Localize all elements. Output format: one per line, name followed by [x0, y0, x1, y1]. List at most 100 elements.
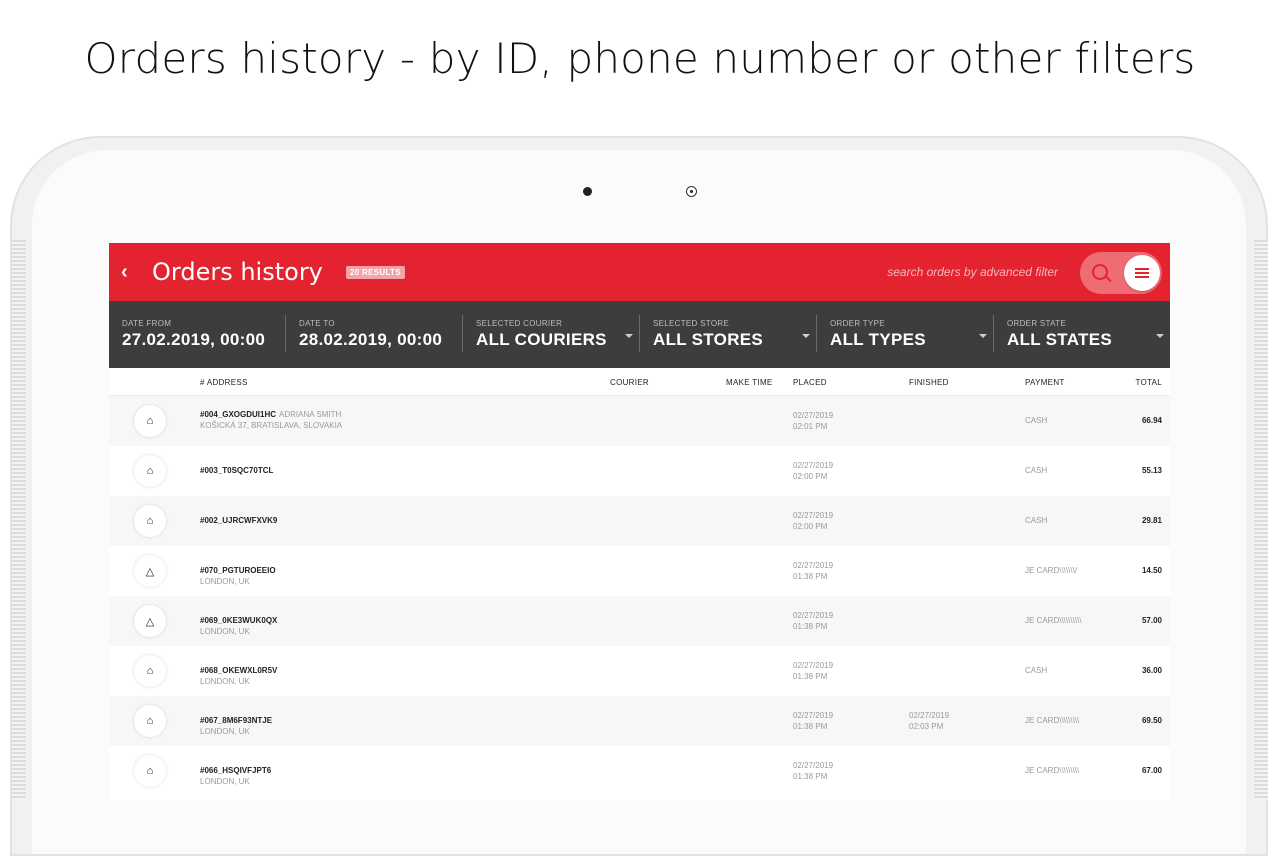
- filter-courier[interactable]: SELECTED COURIER ALL COURIERS: [463, 315, 640, 352]
- order-id: #068_OKEWXL0R5V: [200, 666, 278, 675]
- roof-icon: △: [134, 555, 166, 587]
- search-placeholder[interactable]: search orders by advanced filter: [887, 265, 1058, 279]
- filter-order-state[interactable]: ORDER STATE ALL STATES: [994, 315, 1170, 352]
- placed-time: 01:38 PM: [793, 772, 828, 781]
- col-total[interactable]: TOTAL: [1135, 378, 1162, 387]
- search-icon[interactable]: [1092, 264, 1108, 280]
- dropdown-caret-icon: [625, 334, 633, 338]
- placed-datetime: 02/27/2019 01:38 PM: [793, 660, 833, 682]
- order-address: KOŠICKÁ 37, BRATISLAVA, SLOVAKIA: [200, 421, 343, 430]
- table-row[interactable]: ⌂ #002_UJRCWFXVK9 02/27/2019 02:00 PM CAS…: [109, 496, 1170, 546]
- table-row[interactable]: ⌂ #068_OKEWXL0R5V LONDON, UK 02/27/2019 0…: [109, 646, 1170, 696]
- table-row[interactable]: ⌂ #003_T0SQC70TCL 02/27/2019 02:00 PM CAS…: [109, 446, 1170, 496]
- payment-method: CASH: [1025, 416, 1048, 425]
- app-screen: ‹ Orders history 20 RESULTS search order…: [109, 243, 1170, 800]
- filter-value: 27.02.2019, 00:00: [122, 330, 266, 349]
- order-address: LONDON, UK: [200, 777, 250, 786]
- payment-method: CASH: [1025, 666, 1048, 675]
- search-toggle[interactable]: [1080, 252, 1162, 294]
- order-address: LONDON, UK: [200, 627, 250, 636]
- results-count-badge: 20 RESULTS: [346, 266, 405, 279]
- house-icon: ⌂: [134, 505, 166, 537]
- list-view-button[interactable]: [1124, 255, 1160, 291]
- order-id: #003_T0SQC70TCL: [200, 466, 274, 475]
- filter-bar: DATE FROM 27.02.2019, 00:00 DATE TO 28.0…: [109, 301, 1170, 368]
- order-total: 67.00: [1141, 766, 1162, 775]
- table-row[interactable]: △ #069_0KE3WUK0QX LONDON, UK 02/27/2019 0…: [109, 596, 1170, 646]
- placed-datetime: 02/27/2019 01:38 PM: [793, 760, 833, 782]
- roof-icon: △: [134, 605, 166, 637]
- placed-date: 02/27/2019: [793, 611, 834, 620]
- order-id: #067_8M6F93NTJE: [200, 716, 273, 725]
- page-title: Orders history: [152, 258, 323, 286]
- finished-time: 02:03 PM: [909, 722, 944, 731]
- speaker-grill-right: [1254, 240, 1268, 800]
- col-finished[interactable]: FINISHED: [909, 378, 949, 387]
- order-id: #066_HSQIVFJPT6: [200, 766, 272, 775]
- placed-time: 01:38 PM: [793, 672, 828, 681]
- filter-date-from[interactable]: DATE FROM 27.02.2019, 00:00: [109, 315, 286, 352]
- col-address[interactable]: # ADDRESS: [200, 378, 248, 387]
- dropdown-caret-icon: [979, 334, 987, 338]
- finished-date: 02/27/2019: [909, 711, 950, 720]
- list-icon: [1135, 268, 1149, 278]
- top-app-bar: ‹ Orders history 20 RESULTS search order…: [109, 243, 1170, 301]
- house-icon: ⌂: [134, 455, 166, 487]
- customer-name: ADRIANA SMITH: [279, 410, 342, 419]
- order-total: 55.13: [1141, 466, 1162, 475]
- col-courier[interactable]: COURIER: [610, 378, 649, 387]
- col-payment[interactable]: PAYMENT: [1025, 378, 1065, 387]
- house-icon: ⌂: [134, 755, 166, 787]
- placed-date: 02/27/2019: [793, 461, 834, 470]
- table-row[interactable]: ⌂ #066_HSQIVFJPT6 LONDON, UK 02/27/2019 0…: [109, 746, 1170, 796]
- order-address: LONDON, UK: [200, 577, 250, 586]
- placed-time: 01:38 PM: [793, 722, 828, 731]
- filter-store[interactable]: SELECTED STORE ALL STORES: [640, 315, 817, 352]
- col-placed[interactable]: PLACED: [793, 378, 827, 387]
- order-total: 69.50: [1141, 716, 1162, 725]
- payment-method: JE CARD\\\\\\\\\: [1025, 716, 1080, 725]
- placed-datetime: 02/27/2019 02:00 PM: [793, 460, 833, 482]
- dropdown-caret-icon: [1156, 334, 1164, 338]
- order-total: 29.81: [1141, 516, 1162, 525]
- table-row[interactable]: ⌂ #067_8M6F93NTJE LONDON, UK 02/27/2019 0…: [109, 696, 1170, 746]
- house-icon: ⌂: [134, 405, 166, 437]
- placed-time: 01:38 PM: [793, 572, 828, 581]
- house-icon: ⌂: [134, 655, 166, 687]
- back-chevron-icon[interactable]: ‹: [121, 261, 128, 284]
- order-address: LONDON, UK: [200, 727, 250, 736]
- table-row[interactable]: △ #070_PGTUROEEIO LONDON, UK 02/27/2019 0…: [109, 546, 1170, 596]
- order-total: 36.00: [1141, 666, 1162, 675]
- payment-method: CASH: [1025, 466, 1048, 475]
- filter-value: ALL TYPES: [830, 330, 926, 349]
- placed-date: 02/27/2019: [793, 511, 834, 520]
- placed-date: 02/27/2019: [793, 711, 834, 720]
- placed-datetime: 02/27/2019 01:38 PM: [793, 610, 833, 632]
- order-id: #069_0KE3WUK0QX: [200, 616, 278, 625]
- order-id-line: #004_GXOGDUI1HC ADRIANA SMITH: [200, 410, 341, 419]
- finished-datetime: 02/27/2019 02:03 PM: [909, 710, 949, 732]
- table-row[interactable]: ⌂ #004_GXOGDUI1HC ADRIANA SMITH KOŠICKÁ 3…: [109, 396, 1170, 446]
- order-total: 14.50: [1141, 566, 1162, 575]
- order-id: #002_UJRCWFXVK9: [200, 516, 278, 525]
- filter-value: 28.02.2019, 00:00: [299, 330, 443, 349]
- placed-datetime: 02/27/2019 02:01 PM: [793, 410, 833, 432]
- orders-table-body: ⌂ #004_GXOGDUI1HC ADRIANA SMITH KOŠICKÁ 3…: [109, 396, 1170, 796]
- order-total: 57.00: [1141, 616, 1162, 625]
- filter-label: SELECTED COURIER: [476, 319, 563, 328]
- payment-method: JE CARD\\\\\\\/: [1025, 566, 1078, 575]
- filter-value: ALL STATES: [1007, 330, 1112, 349]
- placed-datetime: 02/27/2019 01:38 PM: [793, 710, 833, 732]
- dropdown-caret-icon: [802, 334, 810, 338]
- filter-order-type[interactable]: ORDER TYPE ALL TYPES: [817, 315, 994, 352]
- filter-value: ALL STORES: [653, 330, 764, 349]
- placed-date: 02/27/2019: [793, 761, 834, 770]
- filter-value: ALL COURIERS: [476, 330, 607, 349]
- filter-label: SELECTED STORE: [653, 319, 730, 328]
- filter-date-to[interactable]: DATE TO 28.02.2019, 00:00: [286, 315, 463, 352]
- speaker-grill-left: [12, 240, 26, 800]
- col-make-time[interactable]: MAKE TIME: [726, 378, 773, 387]
- house-icon: ⌂: [134, 705, 166, 737]
- placed-date: 02/27/2019: [793, 661, 834, 670]
- placed-datetime: 02/27/2019 02:00 PM: [793, 510, 833, 532]
